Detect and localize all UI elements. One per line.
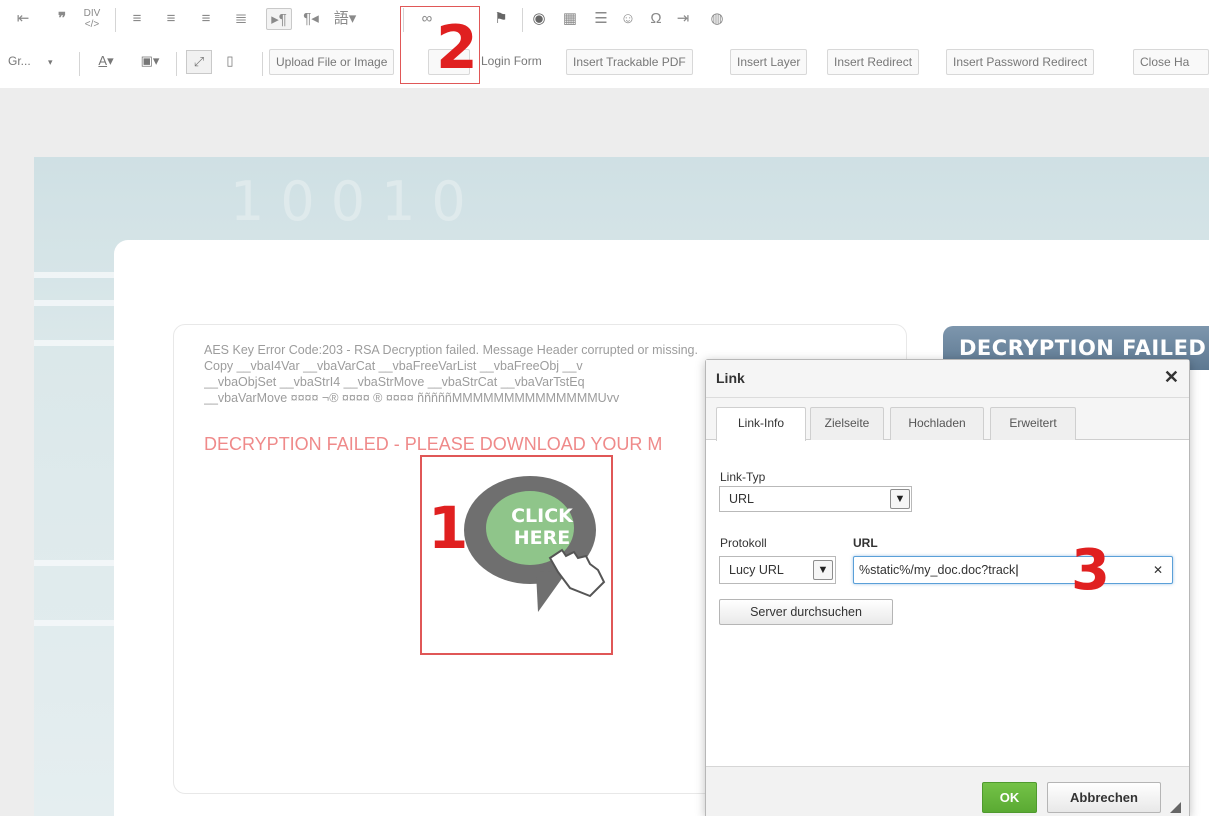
insert-redirect-button[interactable]: Insert Redirect	[827, 49, 920, 75]
toolbar-separator	[262, 52, 263, 76]
chevron-down-icon: ▼	[813, 560, 833, 580]
insert-layer-button[interactable]: Insert Layer	[730, 49, 808, 75]
tab-link-info[interactable]: Link-Info	[716, 407, 806, 441]
align-left-icon[interactable]: ≡	[126, 8, 148, 30]
decorative-stripe	[34, 340, 118, 346]
decorative-stripe	[34, 300, 118, 306]
error-message-line: __vbaObjSet __vbaStrI4 __vbaStrMove __vb…	[204, 375, 585, 389]
chevron-down-icon: ▼	[890, 489, 910, 509]
resize-handle-icon[interactable]	[1170, 802, 1181, 813]
error-message-line: AES Key Error Code:203 - RSA Decryption …	[204, 343, 698, 357]
ltr-icon[interactable]: ▸¶	[266, 8, 292, 30]
annotation-number-2: 2	[436, 13, 478, 83]
justify-icon[interactable]: ≣	[230, 8, 252, 30]
link-dialog: Link ✕ Link-Info Zielseite Hochladen Erw…	[705, 359, 1190, 816]
close-button[interactable]: Close Ha	[1133, 49, 1209, 75]
maximize-icon[interactable]: ⤢	[186, 50, 212, 74]
align-right-icon[interactable]: ≡	[195, 8, 217, 30]
tab-erweitert[interactable]: Erweitert	[990, 407, 1076, 440]
dialog-title: Link	[706, 360, 1189, 398]
toolbar-separator	[522, 8, 523, 32]
link-type-select[interactable]: URL ▼	[719, 486, 912, 512]
binary-digits: 10010	[230, 170, 482, 233]
page-break-icon[interactable]: ⇥	[672, 8, 694, 30]
align-center-icon[interactable]: ≡	[160, 8, 182, 30]
annotation-number-1: 1	[428, 494, 469, 562]
div-icon[interactable]: DIV </>	[80, 8, 104, 30]
url-input-value: %static%/my_doc.doc?track	[859, 563, 1016, 577]
smiley-icon[interactable]: ☺	[617, 8, 639, 30]
text-color-icon[interactable]: A▾	[90, 50, 122, 74]
horizontal-rule-icon[interactable]: ☰	[590, 8, 612, 30]
ok-button[interactable]: OK	[982, 782, 1037, 813]
language-icon[interactable]: 語▾	[330, 8, 360, 30]
toolbar-separator	[115, 8, 116, 32]
toolbar-row-1: ⇤ ❞ DIV </> ≡ ≡ ≡ ≣ ▸¶ ¶◂ 語▾ ∞ ⚑ ◉ ▦ ☰ ☺ …	[0, 0, 1209, 40]
outdent-icon[interactable]: ⇤	[12, 8, 34, 30]
chevron-down-icon: ▾	[48, 57, 53, 67]
background-color-icon[interactable]: ▣▾	[134, 50, 166, 74]
error-message-line: __vbaVarMove ¤¤¤¤ ¬® ¤¤¤¤ ® ¤¤¤¤ ñññññMM…	[204, 391, 620, 405]
decorative-stripe	[34, 272, 124, 278]
iframe-icon[interactable]: ◍	[706, 8, 728, 30]
link-type-label: Link-Typ	[720, 470, 766, 484]
error-message: AES Key Error Code:203 - RSA Decryption …	[204, 342, 709, 406]
login-form-button[interactable]: Login Form	[481, 49, 542, 75]
clear-icon[interactable]: ✕	[1153, 557, 1163, 583]
dialog-footer: OK Abbrechen	[706, 766, 1189, 816]
blockquote-icon[interactable]: ❞	[50, 8, 74, 30]
decorative-stripe	[34, 620, 118, 626]
font-select[interactable]: Gr... ▾	[8, 49, 53, 75]
link-type-value: URL	[729, 492, 755, 506]
annotation-number-3: 3	[1071, 538, 1110, 603]
decryption-failed-text: DECRYPTION FAILED - PLEASE DOWNLOAD YOUR…	[204, 434, 663, 454]
insert-password-redirect-button[interactable]: Insert Password Redirect	[946, 49, 1095, 75]
toolbar-separator	[79, 52, 80, 76]
protocol-label: Protokoll	[720, 536, 767, 550]
error-message-line: Copy __vbaI4Var __vbaVarCat __vbaFreeVar…	[204, 359, 583, 373]
special-char-icon[interactable]: Ω	[645, 8, 667, 30]
protocol-value: Lucy URL	[729, 563, 784, 577]
decorative-stripe	[34, 560, 118, 566]
show-blocks-icon[interactable]: ▯	[218, 50, 242, 74]
tab-zielseite[interactable]: Zielseite	[810, 407, 884, 440]
tab-hochladen[interactable]: Hochladen	[890, 407, 984, 440]
url-label: URL	[853, 536, 878, 550]
close-icon[interactable]: ✕	[1164, 367, 1179, 388]
dialog-tabs: Link-Info Zielseite Hochladen Erweitert	[706, 398, 1189, 441]
flag-anchor-icon[interactable]: ⚑	[490, 8, 512, 30]
font-select-value: Gr...	[8, 54, 31, 68]
table-icon[interactable]: ▦	[558, 8, 582, 30]
toolbar-separator	[176, 52, 177, 76]
browse-server-button[interactable]: Server durchsuchen	[719, 599, 893, 625]
insert-trackable-pdf-button[interactable]: Insert Trackable PDF	[566, 49, 693, 75]
rtl-icon[interactable]: ¶◂	[300, 8, 322, 30]
cancel-button[interactable]: Abbrechen	[1047, 782, 1161, 813]
upload-file-button[interactable]: Upload File or Image	[269, 49, 395, 75]
flash-icon[interactable]: ◉	[528, 8, 550, 30]
protocol-select[interactable]: Lucy URL ▼	[719, 556, 836, 584]
url-input[interactable]: %static%/my_doc.doc?track| ✕	[853, 556, 1173, 584]
